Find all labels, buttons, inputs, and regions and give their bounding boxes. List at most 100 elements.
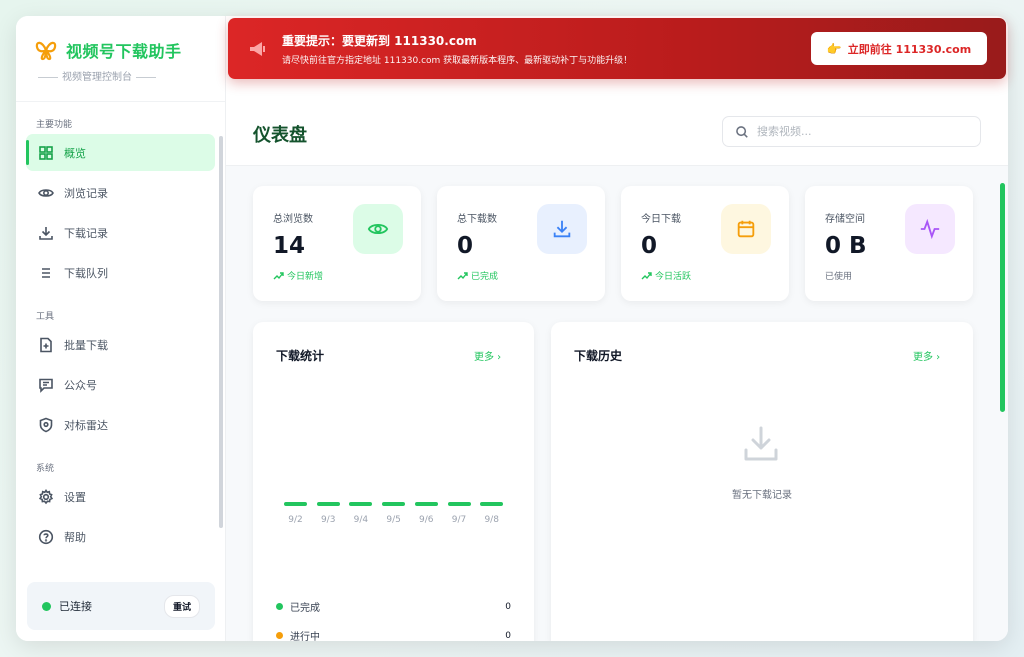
stat-sub: 今日活跃 — [641, 269, 691, 282]
sidebar-item-batch-download[interactable]: 批量下载 — [26, 326, 215, 363]
sidebar-item-help[interactable]: 帮助 — [26, 518, 215, 555]
chart-bar — [480, 502, 504, 506]
nav-section-tools: 工具 — [36, 312, 55, 322]
nav-section-system: 系统 — [36, 464, 55, 474]
legend-dot — [276, 632, 283, 639]
sidebar-item-benchmark-radar[interactable]: 对标雷达 — [26, 406, 215, 443]
legend-value: 0 — [505, 601, 511, 612]
legend-in-progress: 进行中 0 — [276, 628, 511, 641]
sidebar-item-label: 下载队列 — [64, 266, 108, 280]
sidebar-item-label: 概览 — [64, 146, 86, 160]
legend-dot — [276, 603, 283, 610]
download-icon — [537, 204, 587, 254]
banner-title: 重要提示：要更新到 111330.com — [282, 34, 477, 48]
megaphone-icon — [250, 42, 265, 56]
chart-x-label: 9/3 — [320, 515, 336, 525]
stat-value: 0 B — [825, 233, 867, 259]
go-now-button[interactable]: 👉 立即前往 111330.com — [811, 32, 987, 65]
sidebar-item-label: 帮助 — [64, 530, 86, 544]
chart-bar — [349, 502, 373, 506]
sidebar-item-label: 下载记录 — [64, 226, 108, 240]
stat-card-storage: 存储空间 0 B 已使用 — [805, 186, 973, 301]
brand-title: 视频号下载助手 — [66, 42, 182, 61]
chart-bar — [414, 502, 438, 506]
stat-value: 0 — [457, 233, 474, 259]
stat-label: 总浏览数 — [273, 214, 313, 225]
sidebar-item-label: 公众号 — [64, 378, 97, 392]
stat-card-total-downloads: 总下载数 0 已完成 — [437, 186, 605, 301]
eye-icon — [353, 204, 403, 254]
stat-card-today-downloads: 今日下载 0 今日活跃 — [621, 186, 789, 301]
sidebar-item-overview[interactable]: 概览 — [26, 134, 215, 171]
sidebar-item-label: 批量下载 — [64, 338, 108, 352]
chart-x-label: 9/8 — [484, 515, 499, 525]
page-header: 仪表盘 — [226, 96, 1008, 166]
more-link[interactable]: 更多 › — [474, 348, 501, 363]
chart-x-label: 9/2 — [288, 515, 303, 525]
main-content: 仪表盘 总浏览数 14 今日新增 总下载数 0 已完成 — [226, 96, 1008, 641]
sidebar: 视频号下载助手 视频管理控制台 主要功能 概览 浏览记录 下载记录 下载队列 工… — [16, 16, 226, 641]
eye-icon — [38, 188, 54, 197]
sidebar-item-browse-history[interactable]: 浏览记录 — [26, 174, 215, 211]
sidebar-item-settings[interactable]: 设置 — [26, 478, 215, 515]
page-title: 仪表盘 — [253, 125, 307, 146]
message-icon — [39, 378, 53, 393]
chart-bar — [284, 502, 307, 506]
download-icon — [39, 226, 53, 240]
trend-up-icon — [641, 272, 652, 280]
chart-bar — [447, 502, 471, 506]
panel-title: 下载历史 — [574, 349, 623, 363]
app-window: 视频号下载助手 视频管理控制台 主要功能 概览 浏览记录 下载记录 下载队列 工… — [16, 16, 1008, 641]
stat-sub: 已使用 — [825, 272, 853, 282]
connection-label: 已连接 — [59, 600, 92, 613]
sidebar-item-label: 浏览记录 — [64, 186, 108, 200]
stat-sub: 已完成 — [457, 269, 498, 282]
shield-icon — [39, 417, 53, 432]
chart-x-label: 9/4 — [353, 515, 369, 525]
stat-label: 总下载数 — [457, 214, 497, 225]
activity-icon — [905, 204, 955, 254]
sidebar-scrollbar[interactable] — [219, 136, 223, 528]
file-plus-icon — [40, 337, 52, 352]
search-box[interactable] — [722, 116, 981, 147]
download-stats-panel: 下载统计 更多 › 9/2 9/3 9/4 9/5 9/6 9/7 9/8 已完成 0 进行… — [253, 322, 534, 641]
download-history-panel: 下载历史 更多 › 暂无下载记录 — [551, 322, 973, 641]
sidebar-item-official-account[interactable]: 公众号 — [26, 366, 215, 403]
panel-title: 下载统计 — [276, 349, 325, 363]
gear-icon — [38, 488, 54, 504]
chart-x-label: 9/5 — [386, 515, 401, 525]
sidebar-item-download-history[interactable]: 下载记录 — [26, 214, 215, 251]
trend-up-icon — [457, 272, 468, 280]
list-icon — [42, 267, 50, 278]
nav-section-main: 主要功能 — [36, 120, 73, 130]
sidebar-item-label: 对标雷达 — [64, 418, 108, 432]
brand: 视频号下载助手 视频管理控制台 — [16, 16, 225, 102]
sidebar-item-download-queue[interactable]: 下载队列 — [26, 254, 215, 291]
empty-download-icon — [744, 426, 778, 461]
chart-x-label: 9/6 — [419, 515, 434, 525]
chart-x-label: 9/7 — [451, 515, 467, 525]
retry-button[interactable]: 重试 — [163, 594, 200, 618]
help-icon — [38, 529, 54, 544]
brand-subtitle: 视频管理控制台 — [34, 68, 225, 83]
stat-sub: 今日新增 — [273, 269, 323, 282]
legend-value: 0 — [505, 630, 511, 641]
chart-bar — [382, 502, 406, 506]
stat-value: 14 — [273, 233, 306, 259]
stat-card-total-views: 总浏览数 14 今日新增 — [253, 186, 421, 301]
butterfly-logo-icon — [35, 41, 57, 61]
search-icon — [736, 125, 748, 138]
empty-message: 暂无下载记录 — [732, 490, 792, 501]
pointing-hand-icon: 👉 — [826, 41, 842, 56]
stat-label: 今日下载 — [641, 214, 681, 225]
status-dot — [42, 601, 51, 611]
chart-bar — [316, 502, 340, 506]
legend-completed: 已完成 0 — [276, 599, 511, 614]
more-link[interactable]: 更多 › — [913, 348, 940, 363]
main-scrollbar[interactable] — [1000, 183, 1005, 412]
search-input[interactable] — [757, 125, 957, 138]
grid-icon — [39, 145, 53, 160]
update-banner: 重要提示：要更新到 111330.com 请尽快前往官方指定地址 111330.… — [228, 18, 1006, 79]
stat-label: 存储空间 — [825, 214, 865, 225]
calendar-icon — [721, 204, 771, 254]
